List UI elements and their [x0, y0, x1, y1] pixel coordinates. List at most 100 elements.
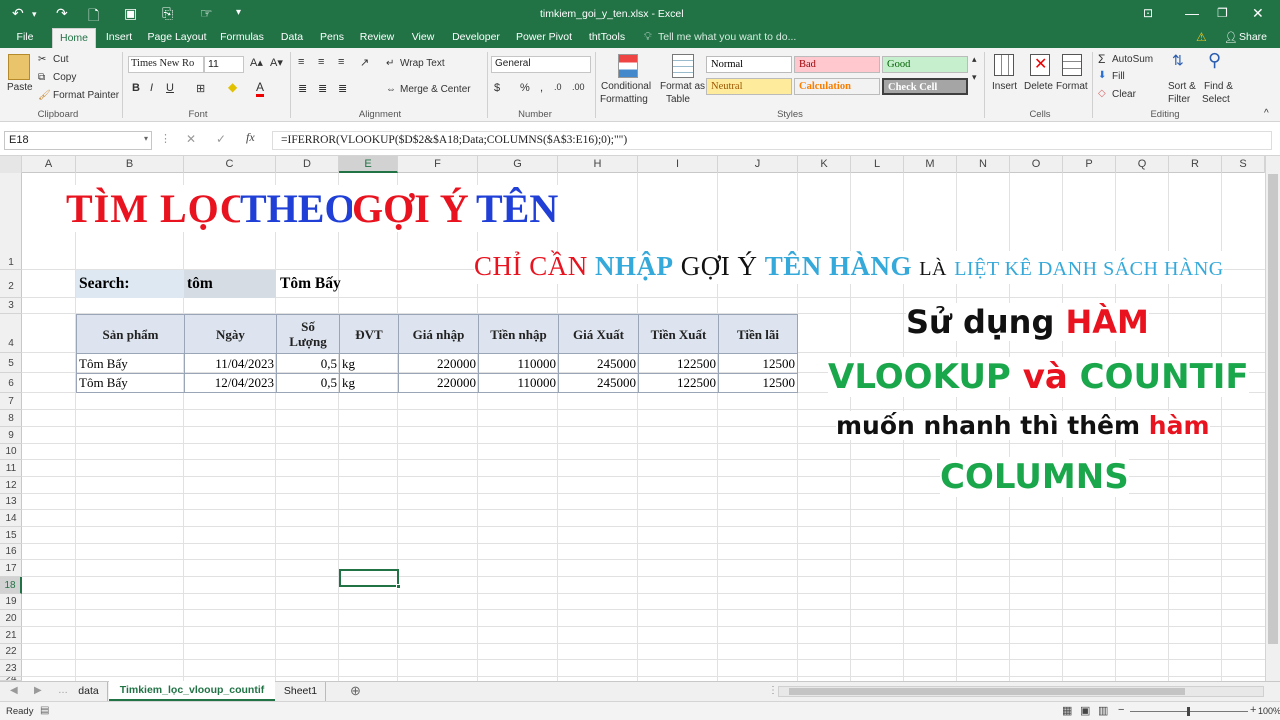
tab-page-layout[interactable]: Page Layout: [144, 28, 210, 48]
collapse-ribbon-icon[interactable]: ^: [1264, 108, 1269, 119]
fill-icon[interactable]: ⬇: [1098, 70, 1106, 81]
row-header[interactable]: 5: [0, 353, 22, 373]
wrap-text-button[interactable]: Wrap Text: [400, 58, 445, 69]
insert-cells-button[interactable]: Insert: [992, 81, 1017, 92]
table-cell[interactable]: 12500: [718, 354, 798, 374]
row-header[interactable]: 21: [0, 627, 22, 644]
column-header[interactable]: L: [851, 156, 904, 173]
format-as-table-button-line2[interactable]: Table: [666, 94, 690, 105]
row-header[interactable]: 22: [0, 644, 22, 660]
zoom-level[interactable]: 100%: [1258, 706, 1280, 716]
currency-icon[interactable]: $: [494, 82, 500, 94]
search-input-cell[interactable]: tôm: [184, 270, 276, 298]
share-button[interactable]: Share: [1239, 31, 1267, 43]
column-header[interactable]: J: [718, 156, 798, 173]
row-header[interactable]: 17: [0, 560, 22, 577]
row-header[interactable]: 19: [0, 594, 22, 610]
format-as-table-icon[interactable]: [672, 54, 694, 78]
row-header[interactable]: 2: [0, 270, 22, 298]
zoom-out-icon[interactable]: −: [1118, 704, 1124, 716]
select-all-corner[interactable]: [0, 156, 22, 173]
align-left-icon[interactable]: ≣: [298, 82, 307, 95]
row-header[interactable]: 1: [0, 173, 22, 270]
row-header[interactable]: 6: [0, 373, 22, 393]
paste-button[interactable]: Paste: [7, 82, 33, 93]
column-header[interactable]: F: [398, 156, 478, 173]
tab-view[interactable]: View: [406, 28, 440, 48]
column-header-selected[interactable]: E: [339, 156, 398, 173]
table-cell[interactable]: 12/04/2023: [184, 373, 277, 393]
top-align-icon[interactable]: ≡: [298, 56, 304, 68]
clear-icon[interactable]: ◇: [1098, 88, 1106, 99]
align-right-icon[interactable]: ≣: [338, 82, 347, 95]
touch-mode-icon[interactable]: ☞: [200, 5, 213, 22]
tab-file[interactable]: File: [8, 28, 42, 48]
column-header[interactable]: R: [1169, 156, 1222, 173]
open-icon[interactable]: ⎘: [162, 5, 173, 22]
table-cell[interactable]: 220000: [398, 373, 479, 393]
table-cell[interactable]: Tôm Bấy: [76, 354, 185, 374]
comma-icon[interactable]: ,: [540, 82, 543, 94]
dropdown-icon[interactable]: ▾: [32, 9, 37, 20]
grow-font-icon[interactable]: A▴: [250, 56, 263, 69]
row-header[interactable]: 13: [0, 494, 22, 510]
row-header[interactable]: 20: [0, 610, 22, 627]
table-cell[interactable]: 0,5: [276, 354, 340, 374]
row-header[interactable]: 9: [0, 427, 22, 444]
tab-data[interactable]: Data: [276, 28, 308, 48]
table-cell[interactable]: 220000: [398, 354, 479, 374]
cut-button[interactable]: Cut: [53, 54, 69, 65]
conditional-formatting-button[interactable]: Conditional: [601, 81, 651, 92]
font-name-select[interactable]: Times New Ro: [128, 56, 204, 73]
zoom-in-icon[interactable]: +: [1250, 704, 1256, 716]
find-select-button[interactable]: Find &: [1204, 81, 1233, 92]
wrap-text-icon[interactable]: ↵: [386, 58, 394, 69]
row-header[interactable]: 10: [0, 444, 22, 460]
row-header[interactable]: 11: [0, 460, 22, 477]
column-header[interactable]: O: [1010, 156, 1063, 173]
redo-icon[interactable]: ↷: [56, 5, 68, 22]
insert-cells-icon[interactable]: [994, 54, 1014, 76]
style-calculation[interactable]: Calculation: [794, 78, 880, 95]
column-header[interactable]: S: [1222, 156, 1265, 173]
delete-cells-icon[interactable]: ✕: [1030, 54, 1050, 76]
column-header[interactable]: H: [558, 156, 638, 173]
styles-scroll-down-icon[interactable]: ▾: [972, 72, 977, 83]
fill-handle[interactable]: [396, 584, 401, 589]
column-header[interactable]: K: [798, 156, 851, 173]
copy-button[interactable]: Copy: [53, 72, 76, 83]
delete-cells-button[interactable]: Delete: [1024, 81, 1053, 92]
sort-filter-icon[interactable]: ⇅: [1172, 52, 1184, 69]
row-header[interactable]: 4: [0, 314, 22, 353]
close-icon[interactable]: ✕: [1252, 5, 1264, 22]
orientation-icon[interactable]: ↗: [360, 56, 369, 69]
row-header[interactable]: 8: [0, 410, 22, 427]
cut-icon[interactable]: ✂: [38, 54, 46, 65]
table-cell[interactable]: 11/04/2023: [184, 354, 277, 374]
sheet-tab-sheet1[interactable]: Sheet1: [276, 682, 326, 701]
tell-me-box[interactable]: Tell me what you want to do...: [658, 31, 796, 43]
insert-function-icon[interactable]: fx: [246, 130, 255, 145]
table-cell[interactable]: 110000: [478, 373, 559, 393]
minimize-icon[interactable]: —: [1185, 5, 1199, 21]
cancel-icon[interactable]: ✕: [186, 132, 196, 146]
column-header[interactable]: N: [957, 156, 1010, 173]
table-cell[interactable]: 0,5: [276, 373, 340, 393]
column-header[interactable]: P: [1063, 156, 1116, 173]
table-cell[interactable]: kg: [339, 373, 399, 393]
middle-align-icon[interactable]: ≡: [318, 56, 324, 68]
shrink-font-icon[interactable]: A▾: [270, 56, 283, 69]
column-header[interactable]: I: [638, 156, 718, 173]
number-format-select[interactable]: General: [491, 56, 591, 73]
next-sheet-icon[interactable]: ▶: [34, 685, 42, 696]
horizontal-scroll-thumb[interactable]: [789, 688, 1185, 695]
format-painter-button[interactable]: Format Painter: [53, 90, 119, 101]
find-select-button-line2[interactable]: Select: [1202, 94, 1230, 105]
style-normal[interactable]: Normal: [706, 56, 792, 73]
enter-icon[interactable]: ✓: [216, 132, 226, 146]
style-good[interactable]: Good: [882, 56, 968, 73]
table-cell[interactable]: 122500: [638, 354, 719, 374]
prev-sheet-icon[interactable]: ◀: [10, 685, 18, 696]
row-header[interactable]: 3: [0, 298, 22, 314]
tab-thttools[interactable]: thtTools: [582, 28, 632, 48]
